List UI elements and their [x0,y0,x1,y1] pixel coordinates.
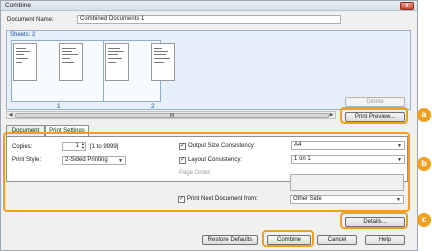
scroll-thumb[interactable]: III [15,113,329,119]
page-thumbnail[interactable] [151,43,175,81]
restore-defaults-button[interactable]: Restore Defaults [202,235,258,245]
horizontal-scrollbar[interactable]: ◀ III ▶ [6,111,336,119]
callout-b: b [417,157,431,171]
callout-c: c [417,213,431,227]
page-thumbnail[interactable] [105,43,129,81]
highlight-combine [262,230,314,247]
cancel-button[interactable]: Cancel [317,235,357,245]
title-bar: Combine x [1,1,417,11]
page-thumbnail[interactable] [59,43,83,81]
document-name-label: Document Name: [7,17,54,23]
page-number-1: 1 [57,103,61,110]
delete-button[interactable]: Delete [345,97,405,107]
window-title: Combine [5,2,32,9]
highlight-b [3,132,410,212]
scroll-right-icon[interactable]: ▶ [328,112,335,118]
help-button[interactable]: Help [365,235,405,245]
callout-a: a [417,108,431,122]
page-thumbnail[interactable] [13,43,37,81]
page-number-2: 2 [151,103,155,110]
close-button[interactable]: x [400,2,414,10]
highlight-a [340,107,408,124]
highlight-c [340,212,408,229]
scroll-left-icon[interactable]: ◀ [7,112,14,118]
sheets-count-label: Sheets: 2 [10,32,36,38]
document-name-input[interactable]: Combined Documents 1 [77,15,341,24]
